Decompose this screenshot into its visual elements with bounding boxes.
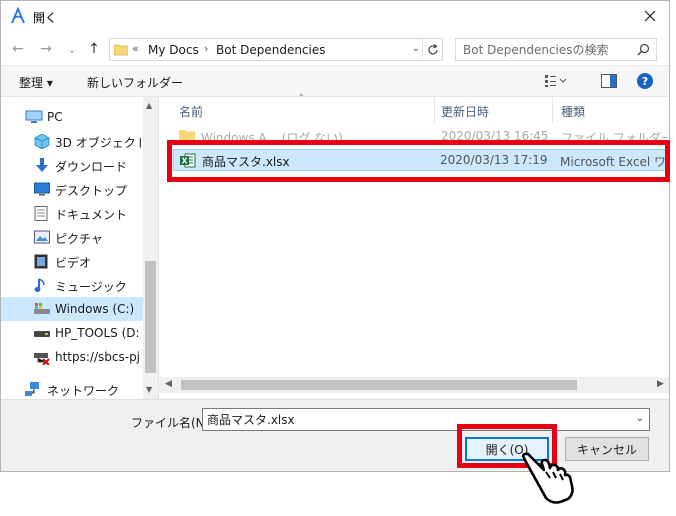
sidebar-item-network[interactable]: ネットワーク xyxy=(1,377,143,401)
close-icon xyxy=(644,10,656,22)
sidebar-item-label: 3D オブジェクト xyxy=(55,136,141,150)
breadcrumb-bot-dependencies[interactable]: Bot Dependencies xyxy=(216,43,326,57)
sidebar-item-label: ミュージック xyxy=(55,280,127,294)
back-button[interactable]: ← xyxy=(9,39,27,59)
drive-icon xyxy=(34,302,50,316)
scroll-left-icon[interactable]: ◀ xyxy=(165,379,172,389)
search-box[interactable] xyxy=(455,38,657,61)
column-header-name[interactable]: 名前 xyxy=(159,97,435,123)
view-options-icon[interactable] xyxy=(545,75,567,90)
pictures-icon xyxy=(34,230,50,244)
breadcrumb-my-docs[interactable]: My Docs xyxy=(148,43,199,57)
column-header-type[interactable]: 種類 xyxy=(553,97,669,123)
sidebar-item-hp-tools-d[interactable]: HP_TOOLS (D:) xyxy=(1,321,143,345)
file-list-horizontal-scrollbar[interactable]: ◀ ▶ xyxy=(159,377,669,393)
desktop-icon xyxy=(34,182,50,196)
new-folder-button[interactable]: 新しいフォルダー xyxy=(87,74,183,91)
drive-icon xyxy=(34,326,50,340)
chevron-down-icon[interactable]: ⌄ xyxy=(636,413,644,424)
forward-button[interactable]: → xyxy=(37,39,55,59)
column-header-date[interactable]: 更新日時 xyxy=(435,97,553,123)
sidebar-item-label: PC xyxy=(47,110,63,124)
breadcrumb-separator[interactable]: › xyxy=(204,42,208,55)
folder-icon xyxy=(113,42,129,56)
up-button[interactable]: ↑ xyxy=(85,39,103,59)
sidebar-item-label: ネットワーク xyxy=(47,384,120,398)
scrollbar-thumb[interactable] xyxy=(181,380,577,390)
chevron-down-icon[interactable]: ⌄ xyxy=(412,43,420,54)
pc-icon xyxy=(25,110,43,124)
sidebar-item-label: HP_TOOLS (D:) xyxy=(55,326,141,340)
sidebar-item-label: ドキュメント xyxy=(55,208,128,222)
preview-pane-icon[interactable] xyxy=(601,74,617,91)
search-input[interactable] xyxy=(456,39,634,60)
open-file-dialog: 開く ← → ⌄ ↑ « My Docs › Bot Dependencies … xyxy=(0,0,670,472)
sidebar-item-label: Windows (C:) xyxy=(55,302,135,316)
sidebar-item-label: デスクトップ xyxy=(55,184,128,198)
scrollbar-thumb[interactable] xyxy=(145,261,156,373)
sidebar-item-pc[interactable]: PC xyxy=(1,105,143,129)
sidebar-item-downloads[interactable]: ダウンロード xyxy=(1,153,143,177)
network-icon xyxy=(25,382,41,396)
address-bar[interactable]: « My Docs › Bot Dependencies › ⌄ xyxy=(109,38,443,61)
3d-objects-icon xyxy=(34,133,50,150)
close-button[interactable] xyxy=(635,3,665,29)
scroll-right-icon[interactable]: ▶ xyxy=(657,379,664,389)
filename-combobox[interactable]: ⌄ xyxy=(202,408,650,431)
help-icon[interactable]: ? xyxy=(637,73,653,92)
scroll-up-icon[interactable]: ▲ xyxy=(146,101,152,110)
music-icon xyxy=(34,278,50,292)
app-logo-icon xyxy=(9,6,27,25)
documents-icon xyxy=(34,206,50,221)
navigation-bar: ← → ⌄ ↑ « My Docs › Bot Dependencies › ⌄ xyxy=(1,33,669,65)
sidebar-item-videos[interactable]: ビデオ xyxy=(1,249,143,273)
sidebar-item-pictures[interactable]: ピクチャ xyxy=(1,225,143,249)
toolbar: 整理 ▾ 新しいフォルダー ? xyxy=(1,65,669,97)
filename-input[interactable] xyxy=(203,409,623,430)
sidebar-item-documents[interactable]: ドキュメント xyxy=(1,201,143,225)
file-highlight-frame xyxy=(167,140,670,182)
sidebar-item-music[interactable]: ミュージック xyxy=(1,273,143,297)
sidebar-item-label: ビデオ xyxy=(55,256,92,270)
pointing-hand-icon xyxy=(520,452,582,507)
organize-menu[interactable]: 整理 ▾ xyxy=(19,74,53,91)
sidebar-item-windows-c[interactable]: Windows (C:) xyxy=(1,297,143,321)
scroll-down-icon[interactable]: ▼ xyxy=(146,385,152,394)
breadcrumb-separator[interactable]: › xyxy=(315,42,319,55)
refresh-button[interactable] xyxy=(422,39,442,60)
sidebar-item-3d-objects[interactable]: 3D オブジェクト xyxy=(1,129,143,153)
search-icon[interactable] xyxy=(637,43,650,59)
navigation-pane: PC 3D オブジェクト ダウンロード デスクトップ ドキュメント ピクチャ ビ… xyxy=(1,97,159,399)
network-drive-icon xyxy=(34,350,50,366)
sidebar-item-label: ダウンロード xyxy=(55,160,128,174)
download-icon xyxy=(34,158,50,172)
window-title: 開く xyxy=(33,11,58,25)
title-bar: 開く xyxy=(1,1,669,33)
refresh-icon xyxy=(427,43,438,55)
recent-locations-button[interactable]: ⌄ xyxy=(63,39,81,59)
navigation-scrollbar[interactable]: ▲ ▼ xyxy=(143,97,158,399)
sidebar-item-network-drive[interactable]: https://sbcs-pj.b xyxy=(1,345,143,369)
svg-text:?: ? xyxy=(642,75,648,88)
sidebar-item-label: ピクチャ xyxy=(55,232,103,246)
sidebar-item-label: https://sbcs-pj.b xyxy=(55,350,141,364)
sidebar-item-desktop[interactable]: デスクトップ xyxy=(1,177,143,201)
video-icon xyxy=(34,254,50,269)
address-overflow[interactable]: « xyxy=(132,42,139,55)
